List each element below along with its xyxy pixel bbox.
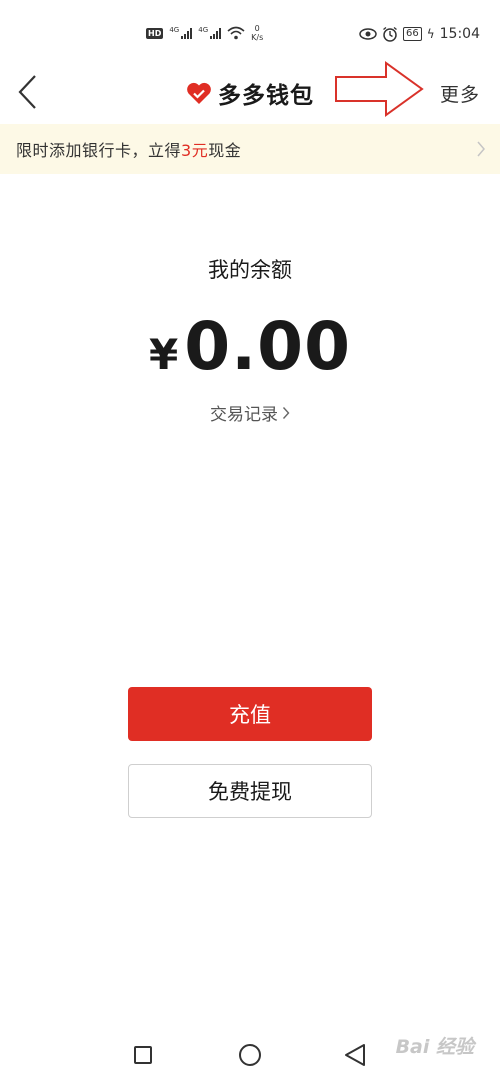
wifi-icon xyxy=(227,26,245,40)
system-back-icon[interactable] xyxy=(344,1043,366,1067)
transactions-link[interactable]: 交易记录 xyxy=(0,400,500,425)
system-nav-bar: Bai 经验 xyxy=(0,1026,500,1084)
speed-unit: K/s xyxy=(251,33,264,42)
home-icon[interactable] xyxy=(239,1044,261,1066)
currency-symbol: ¥ xyxy=(148,330,179,379)
alarm-icon xyxy=(383,26,397,42)
promo-banner[interactable]: 限时添加银行卡，立得3元现金 xyxy=(0,124,500,174)
promo-text-after: 现金 xyxy=(208,141,242,160)
clock: 15:04 xyxy=(439,26,480,42)
status-left-group: HD 4G 4G 0 K/s xyxy=(146,24,263,42)
withdraw-button[interactable]: 免费提现 xyxy=(128,764,372,818)
page-title-group: 多多钱包 xyxy=(186,76,314,110)
sim1-signal-icon: 4G xyxy=(169,26,193,39)
battery-level: 66 xyxy=(402,27,422,41)
sim1-network-type: 4G xyxy=(169,26,180,34)
wallet-heart-icon xyxy=(187,82,211,104)
balance-label: 我的余额 xyxy=(208,258,292,282)
sim2-signal-icon: 4G xyxy=(198,26,222,39)
recent-apps-icon[interactable] xyxy=(134,1046,152,1064)
page-title: 多多钱包 xyxy=(218,83,314,109)
status-bar: HD 4G 4G 0 K/s 66 ϟ 15:04 xyxy=(0,0,500,58)
transactions-link-label: 交易记录 xyxy=(210,405,278,425)
annotation-arrow-icon xyxy=(335,61,424,117)
watermark: Bai 经验 xyxy=(395,1036,474,1058)
chevron-right-icon xyxy=(282,406,290,419)
promo-highlight: 3元 xyxy=(181,141,209,160)
back-arrow-icon[interactable] xyxy=(14,72,44,112)
balance-amount: 0.00 xyxy=(184,308,352,385)
speed-value: 0 xyxy=(254,24,260,33)
more-button[interactable]: 更多 xyxy=(440,80,480,107)
eye-icon xyxy=(359,28,377,40)
status-right-group: 66 ϟ 15:04 xyxy=(359,26,480,42)
hd-badge: HD xyxy=(146,27,164,39)
promo-text: 限时添加银行卡，立得3元现金 xyxy=(16,137,241,161)
recharge-button[interactable]: 充值 xyxy=(128,687,372,741)
header-bar: 多多钱包 更多 xyxy=(0,58,500,124)
network-speed: 0 K/s xyxy=(251,24,263,42)
chevron-right-icon xyxy=(477,141,485,157)
charging-icon: ϟ xyxy=(426,27,435,41)
balance-amount-row: ¥ 0.00 xyxy=(0,308,500,385)
sim2-network-type: 4G xyxy=(198,26,209,34)
promo-text-before: 限时添加银行卡，立得 xyxy=(16,141,182,160)
